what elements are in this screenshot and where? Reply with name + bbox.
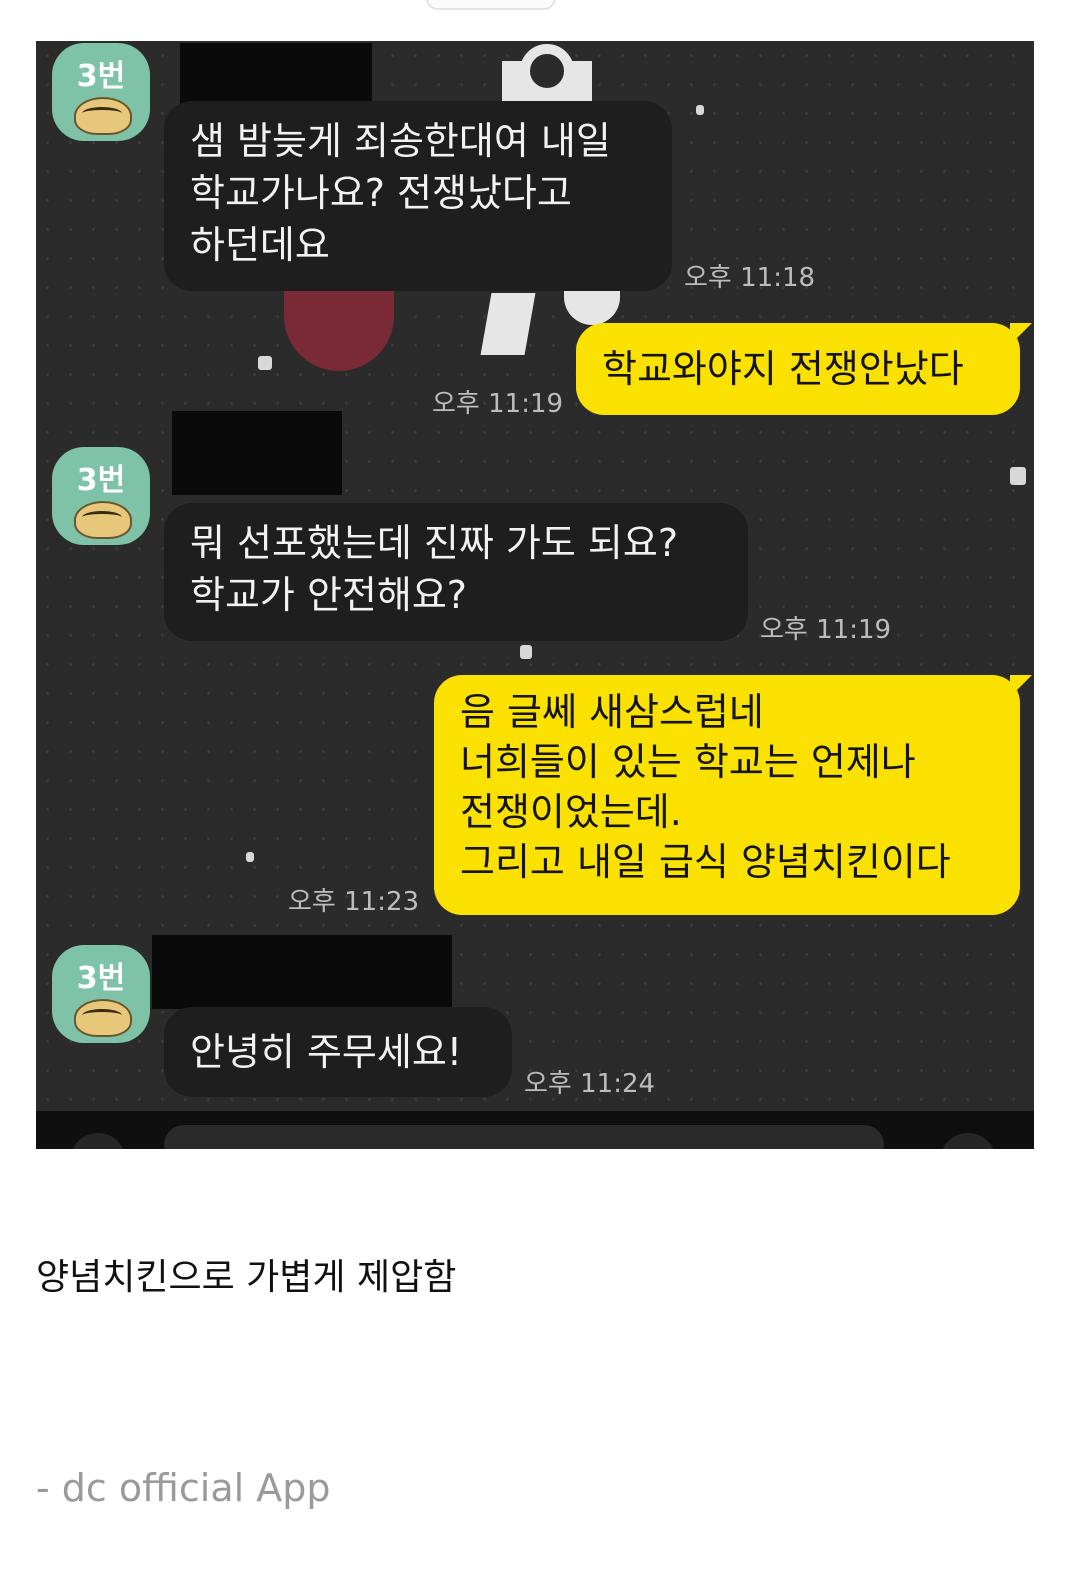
avatar-label: 3번	[76, 961, 126, 996]
speck	[696, 105, 704, 115]
message-time: 오후 11:23	[288, 887, 420, 917]
character-face-icon	[74, 97, 132, 135]
redacted-name	[180, 43, 372, 105]
character-face-icon	[74, 501, 132, 539]
message-bubble[interactable]: 샘 밤늦게 죄송한대여 내일 학교가나요? 전쟁났다고 하던데요	[164, 101, 672, 291]
message-time: 오후 11:24	[524, 1069, 656, 1099]
avatar-label: 3번	[76, 59, 126, 94]
message-bubble[interactable]: 학교와야지 전쟁안났다	[576, 323, 1032, 415]
character-face-icon	[74, 999, 132, 1037]
message-time: 오후 11:19	[432, 389, 564, 419]
message-time: 오후 11:19	[760, 615, 892, 645]
sender-avatar[interactable]: 3번	[52, 447, 150, 545]
speck	[520, 645, 532, 659]
post-caption: 양념치킨으로 가볍게 제압함	[36, 1257, 457, 1298]
speck	[258, 356, 272, 370]
message-bubble[interactable]: 뭐 선포했는데 진짜 가도 되요? 학교가 안전해요?	[164, 503, 748, 641]
speck	[246, 852, 254, 862]
message-input[interactable]	[164, 1125, 884, 1149]
redacted-name	[172, 411, 342, 495]
chat-input-bar	[36, 1111, 1034, 1149]
sender-avatar[interactable]: 3번	[52, 43, 150, 141]
message-bubble[interactable]: 음 글쎄 새삼스럽네 너희들이 있는 학교는 언제나 전쟁이었는데. 그리고 내…	[434, 675, 1032, 915]
sender-avatar[interactable]: 3번	[52, 945, 150, 1043]
emoji-button[interactable]	[940, 1133, 996, 1149]
chat-screenshot: 3번 샘 밤늦게 죄송한대여 내일 학교가나요? 전쟁났다고 하던데요 오후 1…	[36, 41, 1034, 1149]
message-time: 오후 11:18	[684, 263, 816, 293]
avatar-label: 3번	[76, 463, 126, 498]
redacted-name	[152, 935, 452, 1009]
post-footer: - dc official App	[36, 1466, 331, 1510]
speck	[1010, 467, 1026, 485]
add-button[interactable]	[70, 1133, 126, 1149]
top-handle	[426, 0, 556, 10]
message-bubble[interactable]: 안녕히 주무세요!	[164, 1007, 512, 1097]
